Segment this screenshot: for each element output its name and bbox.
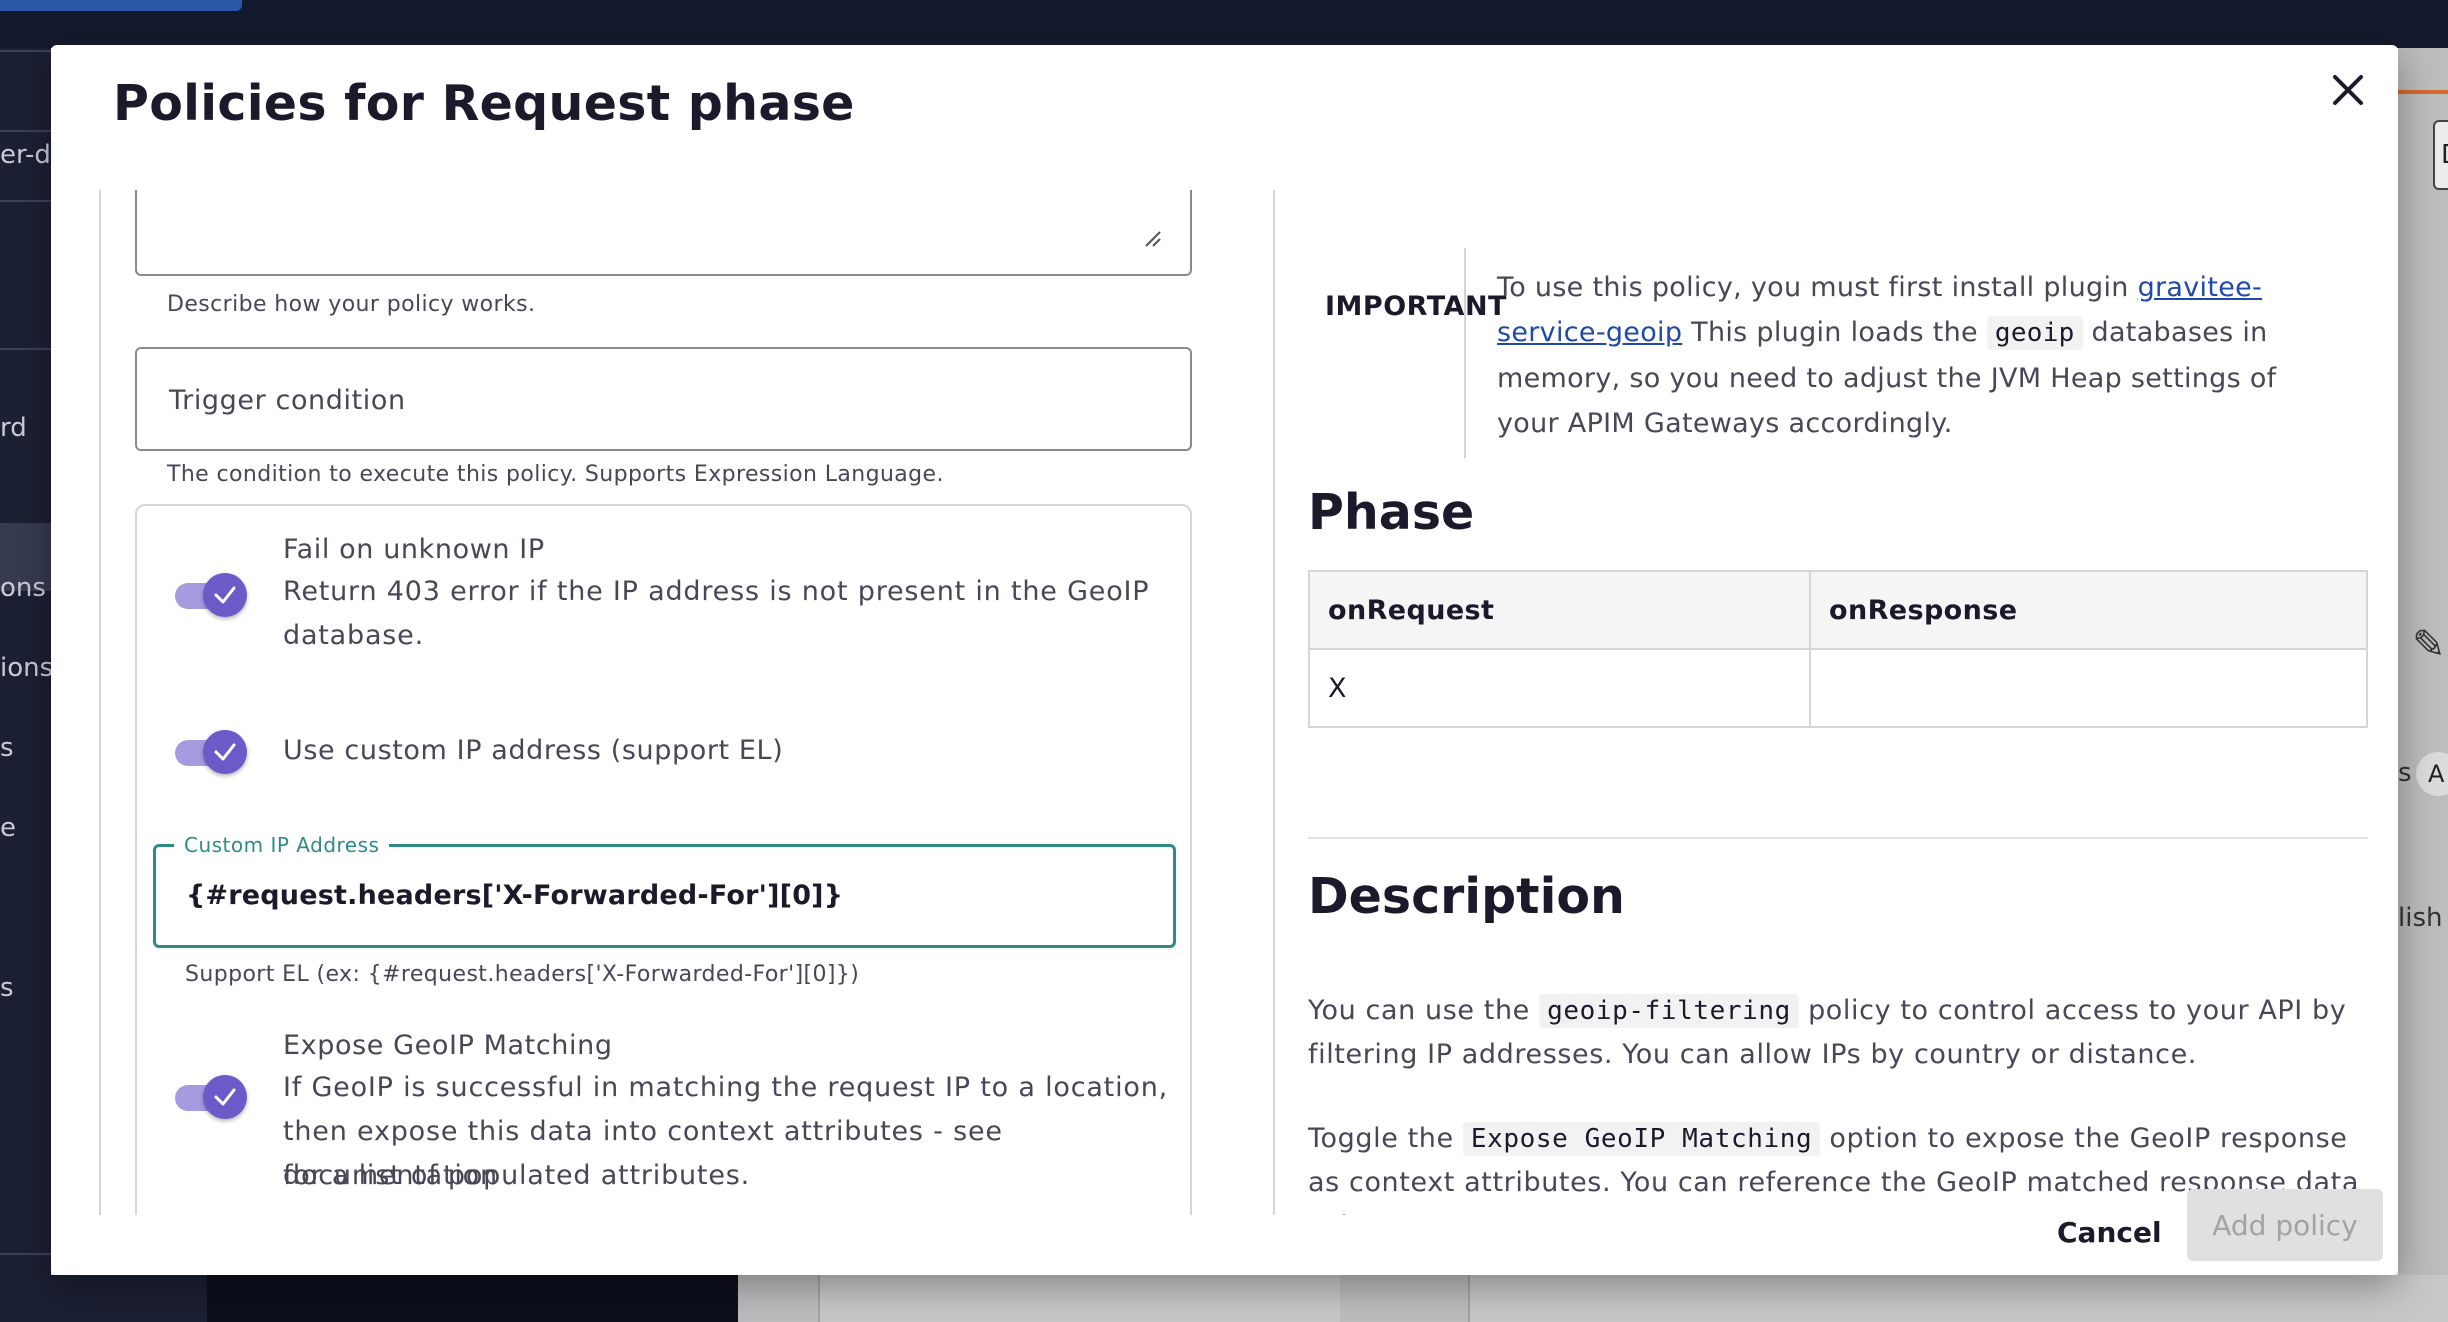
table-header: onRequest (1308, 570, 1811, 650)
table-cell: X (1308, 648, 1811, 728)
expose-geoip-desc-line3: for a list of populated attributes. (283, 1160, 750, 1191)
sidebar-divider (0, 200, 51, 202)
check-icon (214, 586, 236, 604)
policy-form-pane[interactable]: Describe how your policy works. Trigger … (99, 190, 1275, 1215)
policy-dialog: Policies for Request phase Describe how … (51, 45, 2398, 1275)
description-hint: Describe how your policy works. (167, 292, 536, 317)
phase-table: onRequest onResponse X (1308, 570, 2368, 728)
expose-geoip-desc-line1: If GeoIP is successful in matching the r… (283, 1072, 1168, 1103)
custom-ip-toggle[interactable] (175, 728, 247, 776)
table-cell (1809, 648, 2368, 728)
custom-ip-label: Custom IP Address (174, 833, 390, 857)
accent-line (2398, 90, 2448, 94)
app-chip[interactable]: D (2433, 120, 2448, 190)
trigger-condition-hint: The condition to execute this policy. Su… (167, 462, 944, 487)
app-sidebar-footer (0, 1275, 207, 1322)
app-text: s (2398, 758, 2412, 788)
table-row: X (1308, 648, 2368, 728)
table-header: onResponse (1809, 570, 2368, 650)
sidebar-divider (0, 50, 51, 52)
app-card (818, 1275, 1340, 1322)
fail-unknown-ip-desc-line2: database. (283, 620, 424, 651)
app-topbar (0, 0, 2448, 48)
check-icon (214, 743, 236, 761)
expose-geoip-title: Expose GeoIP Matching (283, 1030, 613, 1061)
fail-unknown-ip-title: Fail on unknown IP (283, 534, 545, 565)
fail-unknown-ip-toggle[interactable] (175, 571, 247, 619)
sidebar-item-label[interactable]: rd (0, 413, 27, 443)
close-icon[interactable] (2323, 65, 2373, 115)
paragraph-text: You can use the (1308, 995, 1540, 1026)
active-tab-indicator (0, 0, 242, 11)
toggle-knob (203, 573, 247, 617)
important-divider (1464, 248, 1466, 458)
section-divider (1308, 837, 2368, 839)
trigger-condition-label: Trigger condition (169, 385, 406, 416)
add-policy-button[interactable]: Add policy (2187, 1189, 2383, 1261)
app-panel (207, 1275, 738, 1322)
inline-code: geoip-filtering (1539, 994, 1799, 1028)
important-label: IMPORTANT (1325, 291, 1507, 322)
description-paragraph: You can use the geoip-filtering policy t… (1308, 989, 2368, 1077)
inline-code: Expose GeoIP Matching (1462, 1122, 1821, 1156)
expose-geoip-toggle[interactable] (175, 1073, 247, 1121)
paragraph-text: Toggle the (1308, 1123, 1463, 1154)
app-card (1468, 1275, 2448, 1322)
sidebar-item-label[interactable]: e (0, 813, 16, 843)
important-text-part: To use this policy, you must first insta… (1497, 272, 2138, 303)
dialog-title: Policies for Request phase (113, 75, 855, 132)
sidebar-divider (0, 130, 51, 132)
app-content-right: D ✎ s A lish (2398, 48, 2448, 1275)
custom-ip-input[interactable] (186, 880, 1136, 911)
app-sidebar: er-d rd ons ions s e s (0, 48, 51, 1322)
app-text: lish (2398, 903, 2443, 933)
toggle-knob (203, 730, 247, 774)
check-icon (214, 1088, 236, 1106)
trigger-condition-field[interactable]: Trigger condition (135, 347, 1192, 451)
resize-grip-icon[interactable] (1144, 230, 1162, 248)
sidebar-item-label[interactable]: ons (0, 573, 46, 603)
custom-ip-hint: Support EL (ex: {#request.headers['X-For… (185, 962, 860, 987)
sidebar-divider (0, 1253, 51, 1255)
custom-ip-field[interactable]: Custom IP Address (153, 833, 1176, 948)
policy-docs-pane[interactable]: IMPORTANT To use this policy, you must f… (1259, 190, 2369, 1215)
sidebar-divider (0, 348, 51, 350)
description-heading: Description (1308, 868, 1625, 925)
sidebar-item-label[interactable]: s (0, 973, 14, 1003)
fail-unknown-ip-desc-line1: Return 403 error if the IP address is no… (283, 576, 1150, 607)
inline-code: geoip (1986, 316, 2083, 350)
sidebar-item-label[interactable]: er-d (0, 140, 51, 170)
table-header-row: onRequest onResponse (1308, 570, 2368, 650)
app-content-overlay (738, 1275, 2448, 1322)
phase-heading: Phase (1308, 484, 1475, 541)
important-text-part: This plugin loads the (1682, 317, 1987, 348)
sidebar-item-label[interactable]: s (0, 733, 14, 763)
avatar[interactable]: A (2416, 752, 2448, 796)
policy-options-card: Fail on unknown IP Return 403 error if t… (135, 504, 1192, 1215)
sidebar-item-label[interactable]: ions (0, 653, 51, 683)
cancel-button[interactable]: Cancel (2051, 1197, 2162, 1267)
pencil-icon[interactable]: ✎ (2412, 622, 2446, 668)
description-textarea[interactable] (135, 190, 1192, 276)
toggle-knob (203, 1075, 247, 1119)
important-text: To use this policy, you must first insta… (1497, 265, 2297, 446)
custom-ip-toggle-label: Use custom IP address (support EL) (283, 735, 784, 766)
close-button[interactable] (2323, 65, 2373, 115)
